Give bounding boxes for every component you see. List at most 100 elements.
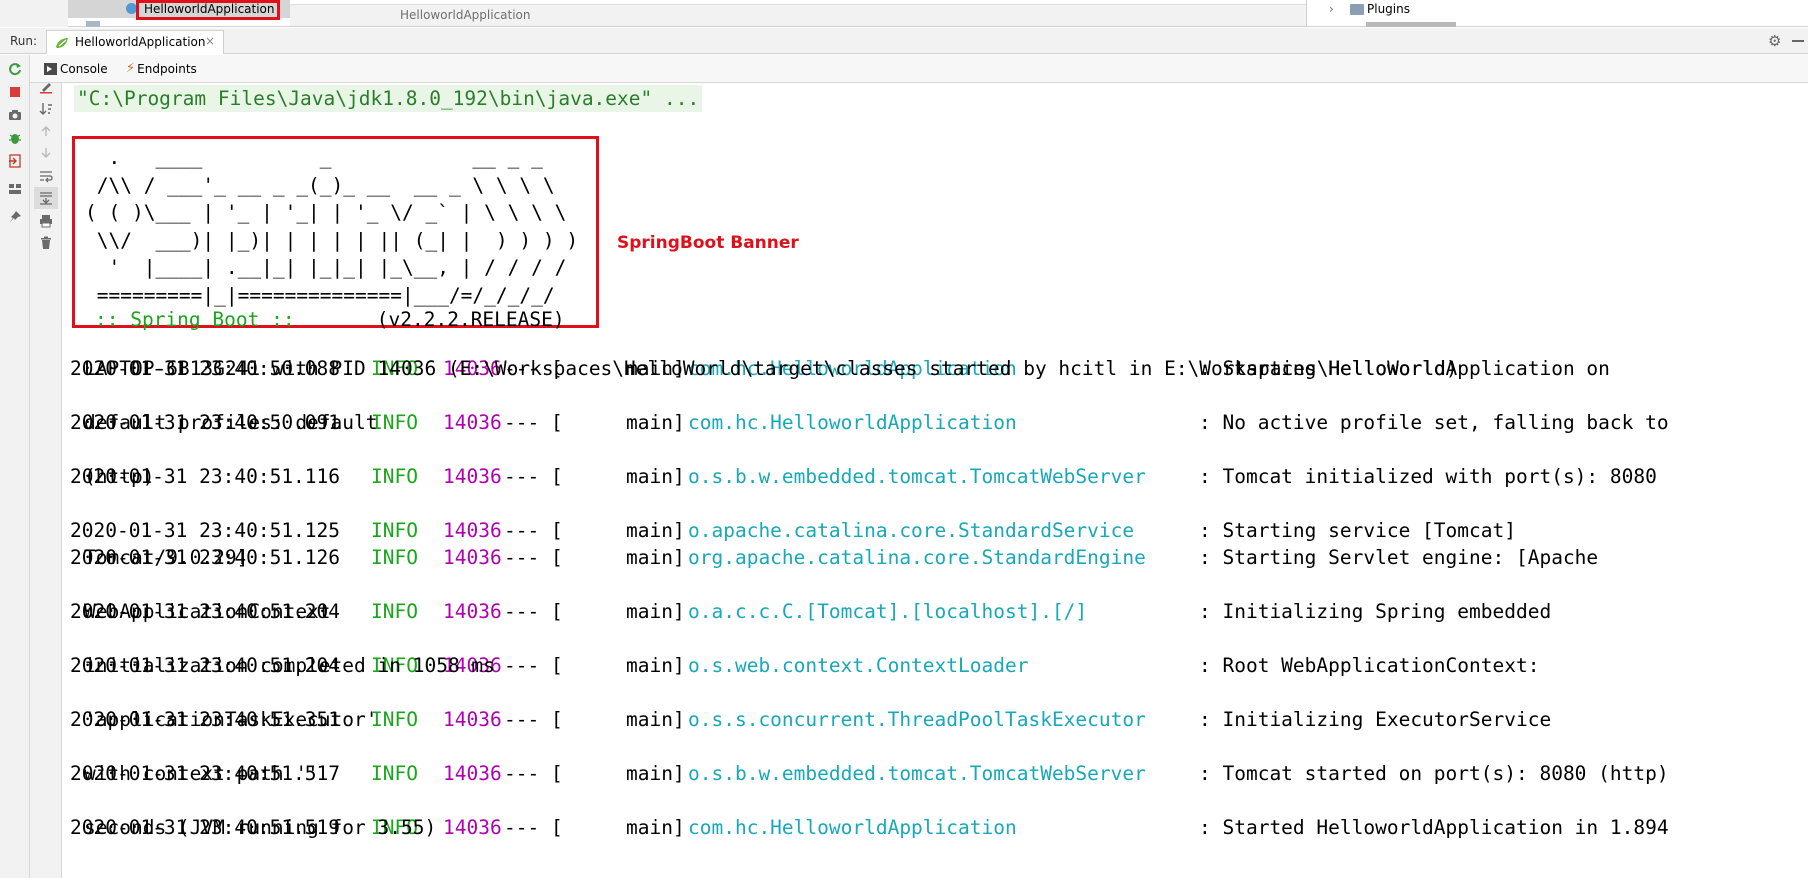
log-thread: main] (626, 816, 685, 839)
banner-footer-label: :: Spring Boot :: (95, 308, 295, 331)
chevron-right-icon[interactable]: › (1329, 2, 1334, 16)
exit-icon[interactable] (5, 151, 25, 171)
log-level: INFO (371, 546, 418, 569)
log-logger-link[interactable]: org.apache.catalina.core.StandardEngine (688, 544, 1146, 571)
minimize-icon[interactable] (1792, 40, 1804, 42)
console-output[interactable]: "C:\Program Files\Java\jdk1.8.0_192\bin\… (62, 83, 1808, 878)
log-line: 2020-01-31 23:40:51.125 INFO 14036 --- [… (70, 517, 1800, 544)
layout-icon[interactable] (5, 179, 25, 199)
log-entry: 2020-01-31 23:40:51.126 INFO 14036 --- [… (70, 544, 1800, 598)
log-separator: --- [ (504, 411, 563, 434)
log-level: INFO (371, 411, 418, 434)
log-continuation: 'applicationTaskExecutor' (84, 708, 378, 731)
log-entry: 2020-01-31 23:40:51.517 INFO 14036 --- [… (70, 760, 1800, 814)
log-logger-link[interactable]: o.a.c.c.C.[Tomcat].[localhost].[/] (688, 598, 1087, 625)
log-entry: 2020-01-31 23:40:51.204 INFO 14036 --- [… (70, 598, 1800, 652)
log-thread: main] (626, 465, 685, 488)
log-logger-link[interactable]: com.hc.HelloworldApplication (688, 814, 1017, 841)
gear-icon[interactable]: ⚙ (1768, 32, 1781, 50)
log-separator: --- [ (504, 816, 563, 839)
command-line: "C:\Program Files\Java\jdk1.8.0_192\bin\… (74, 85, 703, 112)
log-logger-link[interactable]: o.apache.catalina.core.StandardService (688, 517, 1134, 544)
log-separator: --- [ (504, 654, 563, 677)
banner-ascii-art: . ____ _ __ _ _ /\\ / ___'_ __ _ _(_)_ _… (85, 146, 579, 307)
log-thread: main] (626, 411, 685, 434)
run-config-tab[interactable]: HelloworldApplication × (46, 30, 224, 54)
log-message: : No active profile set, falling back to (1199, 411, 1669, 434)
rerun-icon[interactable] (5, 59, 25, 79)
tab-console[interactable]: Console (44, 61, 108, 76)
log-message: : Starting service [Tomcat] (1199, 519, 1516, 542)
log-thread: main] (626, 600, 685, 623)
log-message: : Started HelloworldApplication in 1.894 (1199, 816, 1669, 839)
log-entry: 2020-01-31 23:40:51.116 INFO 14036 --- [… (70, 463, 1800, 517)
log-separator: --- [ (504, 762, 563, 785)
log-pid: 14036 (443, 708, 502, 731)
log-entry: 2020-01-31 23:40:51.125 INFO 14036 --- [… (70, 517, 1800, 544)
panel-divider (1306, 0, 1307, 27)
close-icon[interactable]: × (205, 34, 215, 48)
editor-tab-title[interactable]: HelloworldApplication (400, 8, 531, 22)
log-line: 2020-01-31 23:40:51.517 INFO 14036 --- [… (70, 760, 1800, 787)
log-message: : Starting Servlet engine: [Apache (1199, 546, 1599, 569)
run-toolwindow-header: Run: HelloworldApplication × ⚙ (0, 28, 1808, 54)
print-icon[interactable] (36, 211, 56, 231)
maven-tree-item-plugins[interactable]: Plugins (1367, 2, 1410, 16)
log-logger-link[interactable]: o.s.web.context.ContextLoader (688, 652, 1028, 679)
log-line: 2020-01-31 23:40:51.116 INFO 14036 --- [… (70, 463, 1800, 490)
log-pid: 14036 (443, 762, 502, 785)
log-separator: --- [ (504, 708, 563, 731)
log-logger-link[interactable]: o.s.b.w.embedded.tomcat.TomcatWebServer (688, 760, 1146, 787)
log-pid: 14036 (443, 816, 502, 839)
pin-icon[interactable] (5, 207, 25, 227)
log-continuation: Tomcat/9.0.29] (84, 546, 249, 569)
spring-run-icon (56, 38, 68, 48)
up-arrow-icon[interactable] (36, 121, 56, 141)
folder-icon (86, 21, 100, 27)
tab-console-label: Console (60, 61, 108, 76)
log-message: : Root WebApplicationContext: (1199, 654, 1540, 677)
banner-annotation: SpringBoot Banner (617, 233, 799, 253)
log-message: : Tomcat initialized with port(s): 8080 (1199, 465, 1657, 488)
log-message: : Initializing ExecutorService (1199, 708, 1552, 731)
trash-icon[interactable] (36, 233, 56, 253)
log-entries: 2020-01-31 23:40:50.088 INFO 14036 --- [… (70, 355, 1800, 868)
log-logger-link[interactable]: o.s.s.concurrent.ThreadPoolTaskExecutor (688, 706, 1146, 733)
debug-icon[interactable] (5, 128, 25, 148)
scroll-to-end-icon[interactable] (34, 187, 58, 209)
run-label: Run: (10, 34, 38, 48)
soft-wrap-icon[interactable] (36, 166, 56, 186)
log-thread: main] (626, 708, 685, 731)
project-gutter (0, 0, 68, 27)
top-strip: HelloworldApplication HelloworldApplicat… (0, 0, 1808, 27)
banner-footer: :: Spring Boot :: (v2.2.2.RELEASE) (95, 306, 565, 333)
log-separator: --- [ (504, 546, 563, 569)
log-logger-link[interactable]: com.hc.HelloworldApplication (688, 409, 1017, 436)
log-separator: --- [ (504, 519, 563, 542)
camera-icon[interactable] (5, 105, 25, 125)
log-entry: 2020-01-31 23:40:50.091 INFO 14036 --- [… (70, 409, 1800, 463)
log-line: 2020-01-31 23:40:51.126 INFO 14036 --- [… (70, 544, 1800, 571)
log-thread: main] (626, 519, 685, 542)
log-entry: 2020-01-31 23:40:51.351 INFO 14036 --- [… (70, 706, 1800, 760)
console-toolbar (30, 83, 62, 878)
console-subheader: Console ⚡ Endpoints (30, 55, 1808, 83)
log-level: INFO (371, 762, 418, 785)
stop-icon[interactable] (5, 82, 25, 102)
sort-icon[interactable] (36, 99, 56, 119)
tab-endpoints[interactable]: ⚡ Endpoints (126, 61, 197, 76)
log-logger-link[interactable]: o.s.b.w.embedded.tomcat.TomcatWebServer (688, 463, 1146, 490)
log-entry: 2020-01-31 23:40:51.204 INFO 14036 --- [… (70, 652, 1800, 706)
folder-icon (1350, 4, 1364, 15)
banner-version: (v2.2.2.RELEASE) (294, 308, 565, 331)
log-continuation: default profiles: default (84, 411, 378, 434)
log-pid: 14036 (443, 411, 502, 434)
down-arrow-icon[interactable] (36, 143, 56, 163)
log-timestamp: 2020-01-31 23:40:51.125 (70, 519, 341, 542)
log-separator: --- [ (504, 600, 563, 623)
clear-edit-icon[interactable] (36, 77, 56, 97)
log-continuation: initialization completed in 1058 ms (84, 654, 495, 677)
tree-item-remnant (1366, 22, 1456, 27)
log-continuation: seconds (JVM running for 3.55) (84, 816, 437, 839)
project-tree-item-label[interactable]: HelloworldApplication (144, 2, 275, 16)
